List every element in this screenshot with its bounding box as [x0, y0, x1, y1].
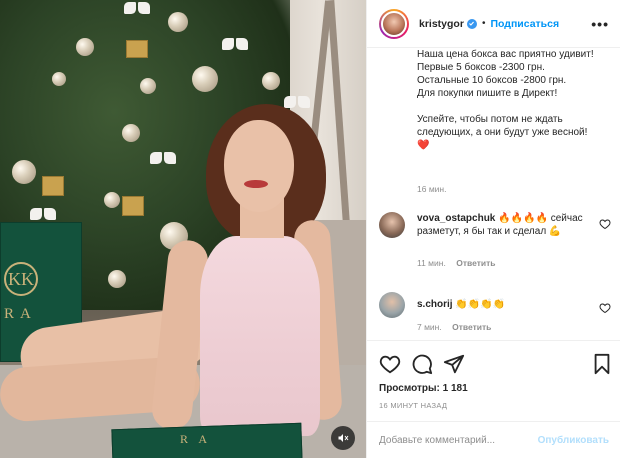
box-front-text: R A — [180, 432, 212, 446]
bow-decoration — [222, 36, 248, 54]
box-brand-text: RA — [4, 306, 37, 322]
views-count[interactable]: Просмотры: 1 181 — [379, 383, 468, 394]
gift-ornament — [122, 196, 144, 216]
comment-input[interactable] — [379, 435, 538, 446]
action-bar: Просмотры: 1 181 16 МИНУТ НАЗАД Опублико… — [367, 340, 620, 458]
heart-icon[interactable] — [379, 353, 401, 375]
views-label: Просмотры: — [379, 383, 440, 394]
mute-button[interactable] — [331, 426, 355, 450]
caption-text: Наша цена бокса вас приятно удивит! Перв… — [417, 48, 613, 152]
comment-icon[interactable] — [411, 353, 433, 375]
post-sidebar: kristygor • Подписаться ••• Наша цена бо… — [366, 0, 620, 458]
comment-text: 👏👏👏👏 — [455, 299, 506, 310]
caption-timestamp: 16 мин. — [417, 184, 447, 194]
model-lips — [244, 180, 268, 188]
ornament — [140, 78, 156, 94]
story-ring[interactable] — [379, 8, 409, 39]
gift-ornament — [126, 40, 148, 58]
reply-button[interactable]: Ответить — [456, 258, 495, 268]
box-logo: KK — [4, 262, 38, 296]
model-dress — [200, 236, 320, 436]
reply-button[interactable]: Ответить — [452, 322, 491, 332]
bookmark-icon[interactable] — [591, 353, 613, 375]
ornament — [168, 12, 188, 32]
views-number: 1 181 — [442, 383, 468, 394]
caption-line: Для покупки пишите в Директ! — [417, 88, 558, 99]
verified-icon — [466, 18, 477, 29]
comment-username[interactable]: vova_ostapchuk — [417, 213, 495, 224]
ornament — [52, 72, 66, 86]
caption-line: Наша цена бокса вас приятно удивит! — [417, 49, 594, 60]
author-username[interactable]: kristygor — [419, 18, 464, 30]
bow-decoration — [124, 0, 150, 18]
separator-dot: • — [481, 18, 486, 29]
comment-body: vova_ostapchuk 🔥🔥🔥🔥 сейчас разметут, я б… — [417, 212, 595, 238]
ornament — [104, 192, 120, 208]
publish-button[interactable]: Опубликовать — [538, 435, 609, 446]
post-header: kristygor • Подписаться ••• — [367, 0, 620, 48]
comments-scroll[interactable]: Наша цена бокса вас приятно удивит! Перв… — [367, 48, 620, 340]
avatar — [381, 10, 407, 37]
caption-heart: ❤️ — [417, 140, 430, 151]
post-timestamp: 16 МИНУТ НАЗАД — [379, 401, 448, 410]
gift-ornament — [42, 176, 64, 196]
avatar[interactable] — [379, 212, 405, 238]
heart-icon[interactable] — [599, 218, 611, 230]
ornament — [108, 270, 126, 288]
comment-meta: 11 мин. Ответить — [417, 258, 496, 268]
avatar[interactable] — [379, 292, 405, 318]
mute-icon — [338, 434, 349, 442]
heart-icon[interactable] — [599, 302, 611, 314]
ornament — [192, 66, 218, 92]
follow-button[interactable]: Подписаться — [490, 18, 559, 30]
comment-meta: 7 мин. Ответить — [417, 322, 491, 332]
ornament — [122, 124, 140, 142]
more-options-button[interactable]: ••• — [591, 16, 609, 32]
share-icon[interactable] — [443, 353, 465, 375]
ornament — [12, 160, 36, 184]
comment-timestamp: 7 мин. — [417, 322, 442, 332]
post-media[interactable]: KK RA R A — [0, 0, 366, 458]
caption-line: Первые 5 боксов -2300 грн. — [417, 62, 545, 73]
comment-composer: Опубликовать — [367, 421, 620, 458]
ornament — [262, 72, 280, 90]
caption-line: Остальные 10 боксов -2800 грн. — [417, 75, 567, 86]
comment-timestamp: 11 мин. — [417, 258, 446, 268]
comment-username[interactable]: s.chorij — [417, 299, 453, 310]
model-face — [224, 120, 294, 212]
comment-body: s.chorij 👏👏👏👏 — [417, 298, 595, 311]
bow-decoration — [150, 150, 176, 168]
caption-line: Успейте, чтобы потом не ждать следующих,… — [417, 114, 588, 138]
ornament — [76, 38, 94, 56]
